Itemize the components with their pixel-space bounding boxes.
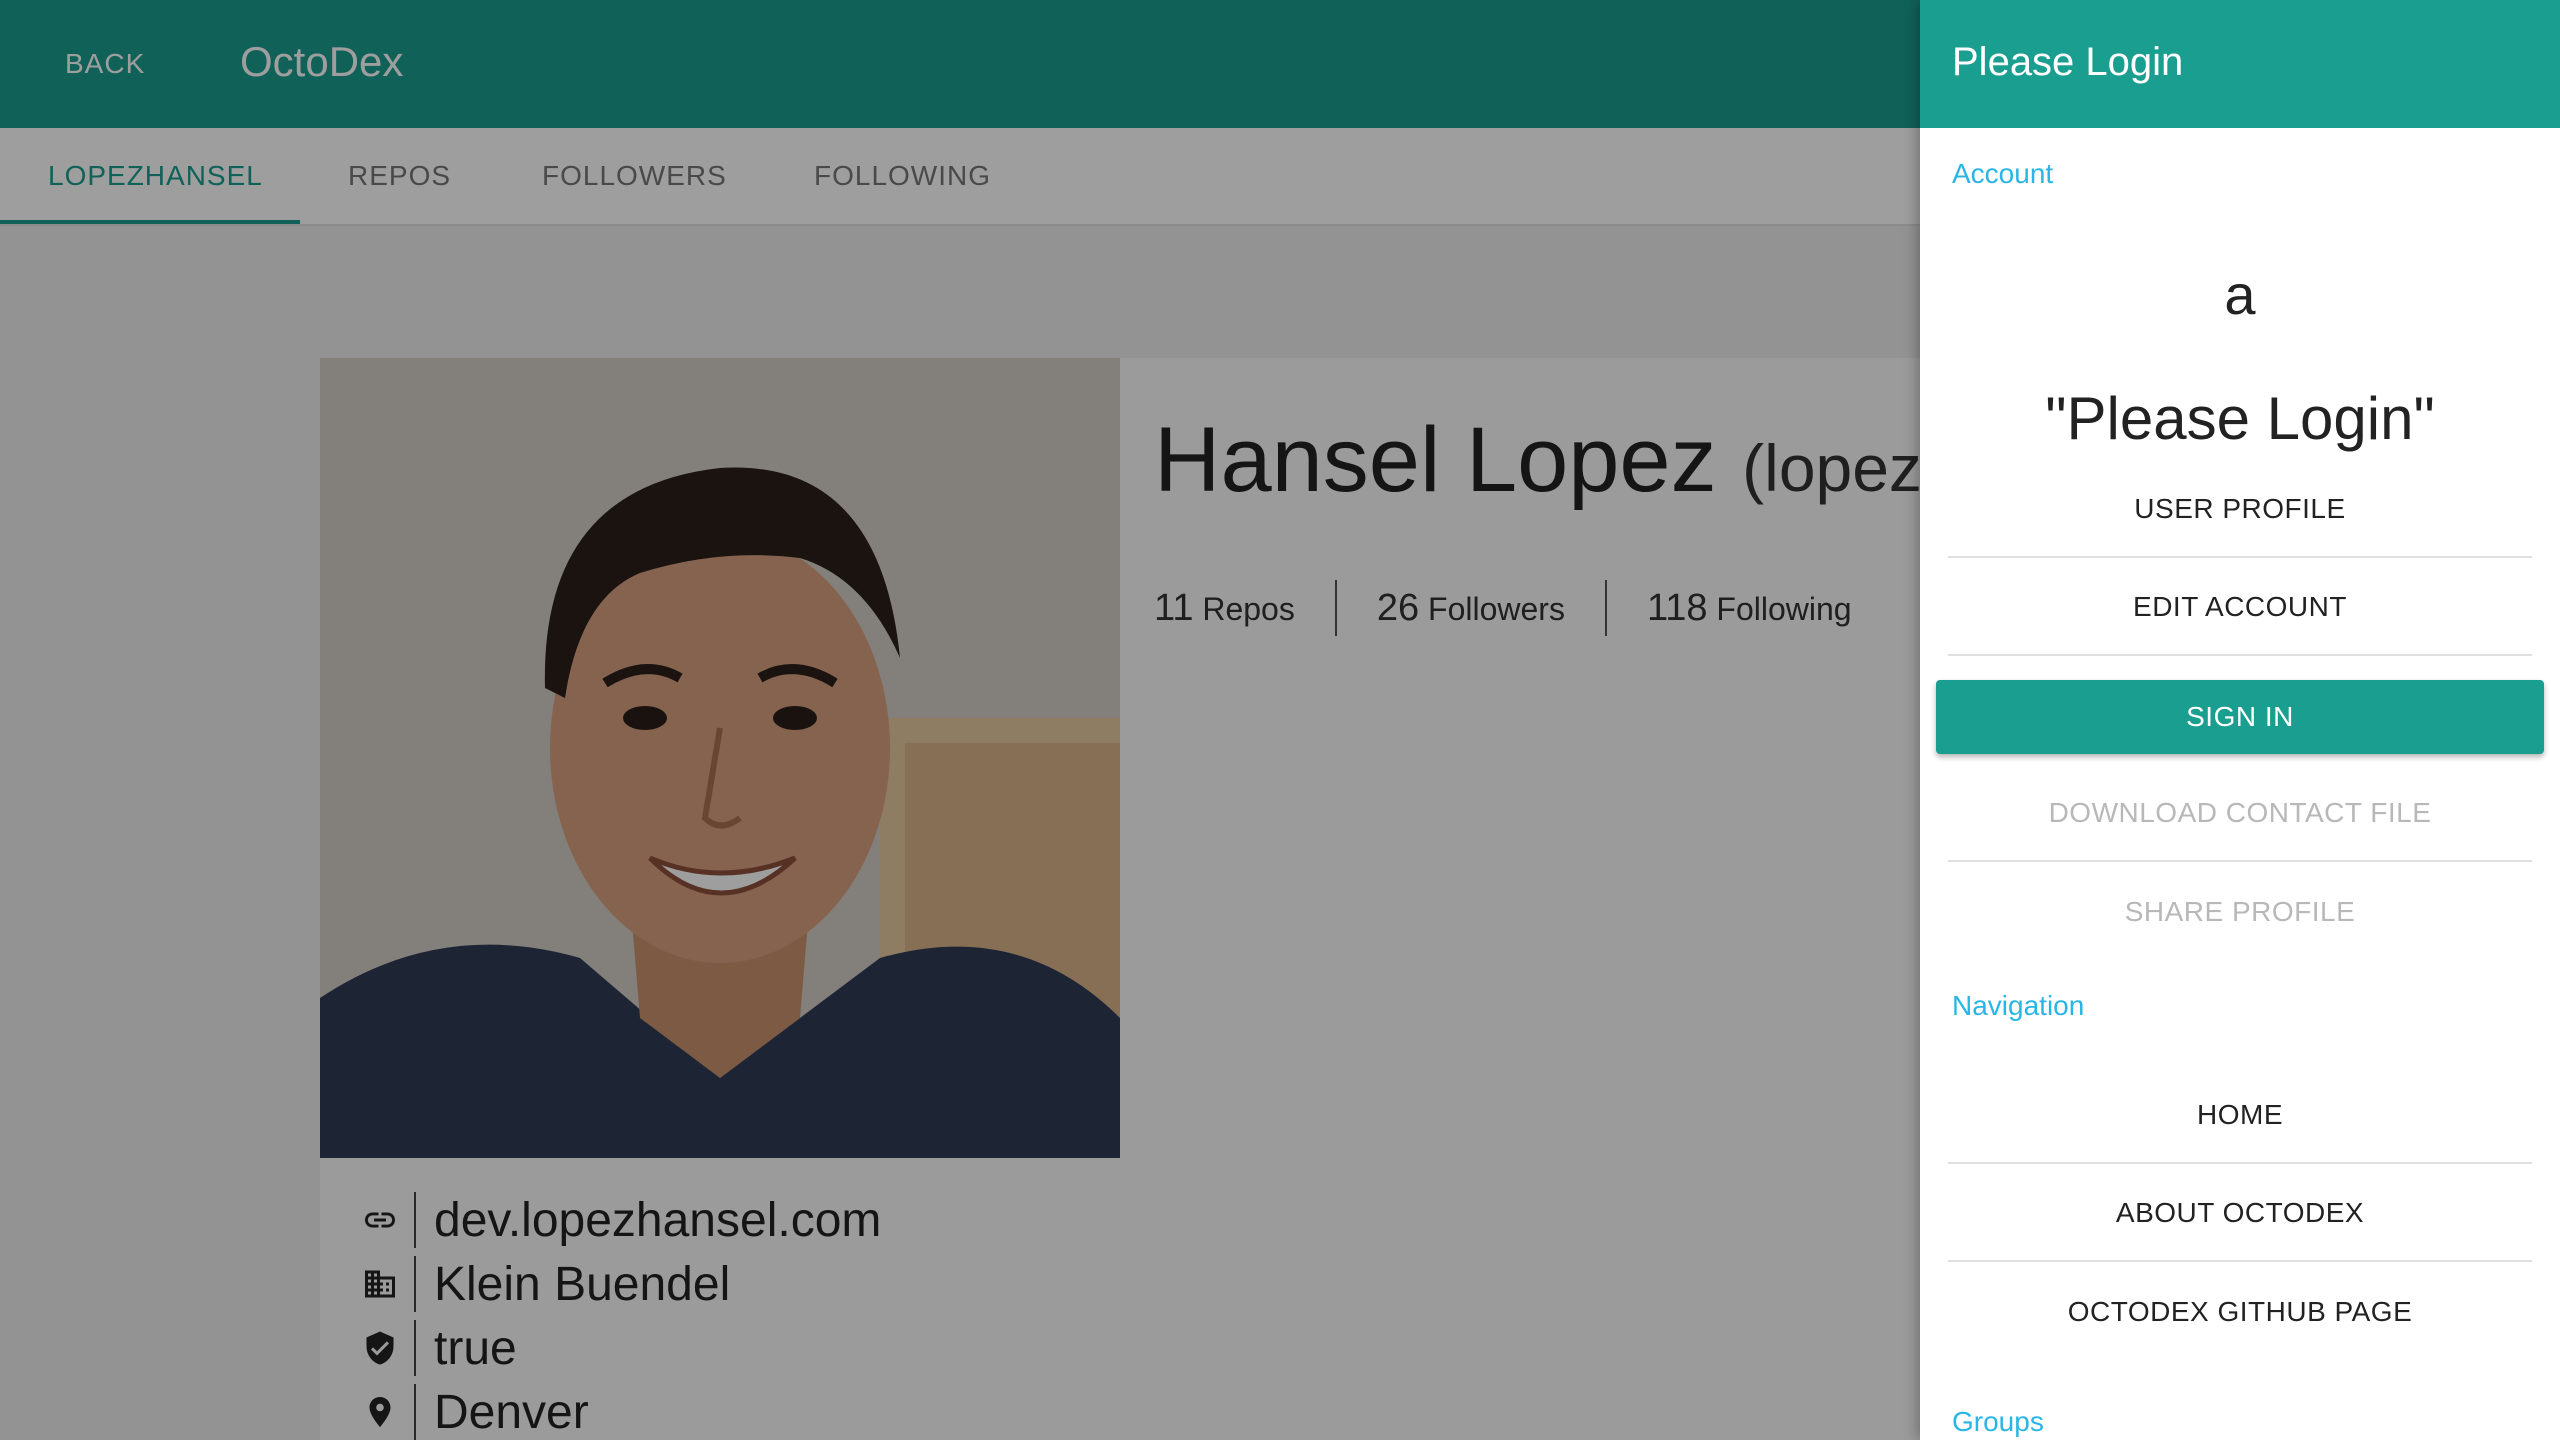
drawer-header: Please Login: [1920, 0, 2560, 128]
account-section-label: Account: [1952, 158, 2054, 189]
home-menu-item[interactable]: HOME: [1948, 1068, 2532, 1164]
share-profile-menu-item[interactable]: SHARE PROFILE: [1948, 864, 2532, 960]
navigation-section-label: Navigation: [1952, 990, 2085, 1021]
side-drawer: Please Login Account a "Please Login" US…: [1920, 0, 2560, 1440]
download-contact-menu-item[interactable]: DOWNLOAD CONTACT FILE: [1948, 766, 2532, 862]
user-avatar-letter: a: [2224, 263, 2256, 326]
login-status-text: "Please Login": [2045, 385, 2435, 452]
user-profile-menu-item[interactable]: USER PROFILE: [1948, 462, 2532, 558]
sign-in-button[interactable]: SIGN IN: [1936, 680, 2544, 754]
about-octodex-menu-item[interactable]: ABOUT OCTODEX: [1948, 1166, 2532, 1262]
octodex-github-menu-item[interactable]: OCTODEX GITHUB PAGE: [1948, 1264, 2532, 1360]
groups-section-label: Groups: [1952, 1406, 2044, 1437]
drawer-backdrop[interactable]: [0, 0, 1920, 1440]
edit-account-menu-item[interactable]: EDIT ACCOUNT: [1948, 560, 2532, 656]
drawer-title: Please Login: [1952, 40, 2184, 84]
